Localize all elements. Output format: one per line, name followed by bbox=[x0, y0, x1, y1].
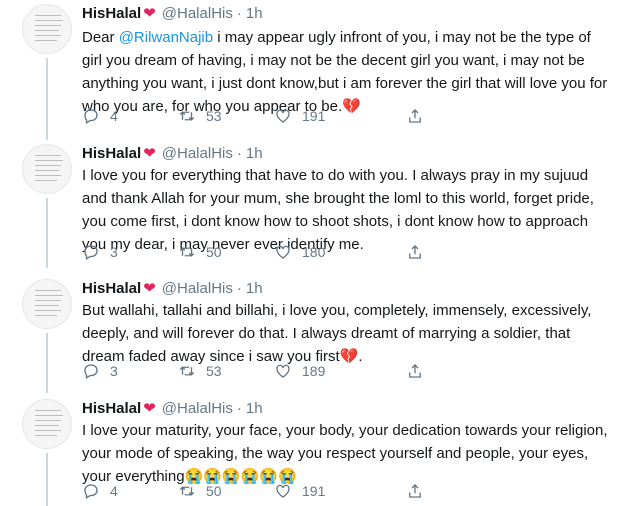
like-icon bbox=[276, 245, 290, 259]
share-button[interactable] bbox=[406, 482, 424, 500]
thread-connector-line bbox=[46, 453, 48, 506]
like-count: 180 bbox=[302, 244, 326, 260]
avatar[interactable] bbox=[22, 144, 72, 194]
reply-icon bbox=[84, 364, 98, 379]
red-heart-icon: ❤ bbox=[143, 400, 156, 417]
tweet-text: I love your maturity, your face, your bo… bbox=[82, 419, 610, 488]
share-icon bbox=[409, 364, 421, 378]
separator-dot: · bbox=[236, 279, 242, 297]
tweet-1[interactable]: HisHalal ❤ @HalalHis · 1h Dear @RilwanNa… bbox=[0, 0, 628, 140]
share-button[interactable] bbox=[406, 362, 424, 380]
tweet-2[interactable]: HisHalal ❤ @HalalHis · 1h I love you for… bbox=[0, 140, 628, 268]
tweet-header: HisHalal ❤ @HalalHis · 1h bbox=[82, 399, 263, 418]
separator-dot: · bbox=[236, 399, 242, 417]
reply-button[interactable]: 3 bbox=[82, 243, 118, 261]
retweet-button[interactable]: 50 bbox=[178, 482, 222, 500]
retweet-count: 53 bbox=[206, 108, 222, 124]
reply-icon bbox=[84, 245, 98, 260]
tweet-text-part: I love your maturity, your face, your bo… bbox=[82, 422, 608, 485]
tweet-text-part: But wallahi, tallahi and billahi, i love… bbox=[82, 302, 592, 365]
separator-dot: · bbox=[236, 4, 242, 22]
avatar[interactable] bbox=[22, 279, 72, 329]
avatar[interactable] bbox=[22, 4, 72, 54]
red-heart-icon: ❤ bbox=[143, 145, 156, 162]
reply-count: 4 bbox=[110, 108, 118, 124]
tweet-3[interactable]: HisHalal ❤ @HalalHis · 1h But wallahi, t… bbox=[0, 275, 628, 393]
tweet-text-part: Dear bbox=[82, 29, 119, 46]
user-handle[interactable]: @HalalHis bbox=[162, 145, 233, 162]
share-icon bbox=[409, 484, 421, 498]
retweet-count: 50 bbox=[206, 483, 222, 499]
tweet-thread: HisHalal ❤ @HalalHis · 1h Dear @RilwanNa… bbox=[0, 0, 628, 506]
mention-link[interactable]: @RilwanNajib bbox=[119, 29, 213, 46]
retweet-button[interactable]: 53 bbox=[178, 107, 222, 125]
retweet-count: 50 bbox=[206, 244, 222, 260]
tweet-actions: 4 53 191 bbox=[82, 105, 522, 127]
share-button[interactable] bbox=[406, 243, 424, 261]
like-count: 191 bbox=[302, 108, 326, 124]
reply-icon bbox=[84, 484, 98, 499]
thread-connector-line bbox=[46, 198, 48, 268]
retweet-button[interactable]: 50 bbox=[178, 243, 222, 261]
red-heart-icon: ❤ bbox=[143, 280, 156, 297]
display-name[interactable]: HisHalal bbox=[82, 5, 141, 22]
reply-count: 3 bbox=[110, 363, 118, 379]
thread-connector-line bbox=[46, 333, 48, 393]
avatar[interactable] bbox=[22, 399, 72, 449]
retweet-icon bbox=[179, 247, 195, 257]
like-count: 191 bbox=[302, 483, 326, 499]
like-icon bbox=[276, 109, 290, 123]
like-button[interactable]: 180 bbox=[274, 243, 325, 261]
share-icon bbox=[409, 245, 421, 259]
reply-icon bbox=[84, 109, 98, 124]
like-button[interactable]: 191 bbox=[274, 107, 325, 125]
reply-button[interactable]: 4 bbox=[82, 482, 118, 500]
user-handle[interactable]: @HalalHis bbox=[162, 5, 233, 22]
retweet-button[interactable]: 53 bbox=[178, 362, 222, 380]
like-button[interactable]: 189 bbox=[274, 362, 325, 380]
separator-dot: · bbox=[236, 144, 242, 162]
user-handle[interactable]: @HalalHis bbox=[162, 280, 233, 297]
tweet-header: HisHalal ❤ @HalalHis · 1h bbox=[82, 4, 263, 23]
tweet-header: HisHalal ❤ @HalalHis · 1h bbox=[82, 144, 263, 163]
like-icon bbox=[276, 364, 290, 378]
reply-count: 3 bbox=[110, 244, 118, 260]
like-count: 189 bbox=[302, 363, 326, 379]
like-button[interactable]: 191 bbox=[274, 482, 325, 500]
tweet-actions: 3 50 180 bbox=[82, 241, 522, 263]
retweet-icon bbox=[179, 486, 195, 496]
display-name[interactable]: HisHalal bbox=[82, 400, 141, 417]
share-button[interactable] bbox=[406, 107, 424, 125]
like-icon bbox=[276, 484, 290, 498]
tweet-actions: 3 53 189 bbox=[82, 360, 522, 382]
retweet-count: 53 bbox=[206, 363, 222, 379]
retweet-icon bbox=[179, 366, 195, 376]
display-name[interactable]: HisHalal bbox=[82, 280, 141, 297]
tweet-header: HisHalal ❤ @HalalHis · 1h bbox=[82, 279, 263, 298]
share-icon bbox=[409, 109, 421, 123]
tweet-actions: 4 50 191 bbox=[82, 480, 522, 502]
timestamp[interactable]: 1h bbox=[246, 5, 263, 22]
red-heart-icon: ❤ bbox=[143, 5, 156, 22]
retweet-icon bbox=[179, 111, 195, 121]
timestamp[interactable]: 1h bbox=[246, 145, 263, 162]
reply-count: 4 bbox=[110, 483, 118, 499]
reply-button[interactable]: 4 bbox=[82, 107, 118, 125]
timestamp[interactable]: 1h bbox=[246, 400, 263, 417]
reply-button[interactable]: 3 bbox=[82, 362, 118, 380]
tweet-4[interactable]: HisHalal ❤ @HalalHis · 1h I love your ma… bbox=[0, 395, 628, 506]
thread-connector-line bbox=[46, 58, 48, 140]
display-name[interactable]: HisHalal bbox=[82, 145, 141, 162]
user-handle[interactable]: @HalalHis bbox=[162, 400, 233, 417]
tweet-text: But wallahi, tallahi and billahi, i love… bbox=[82, 299, 610, 368]
timestamp[interactable]: 1h bbox=[246, 280, 263, 297]
